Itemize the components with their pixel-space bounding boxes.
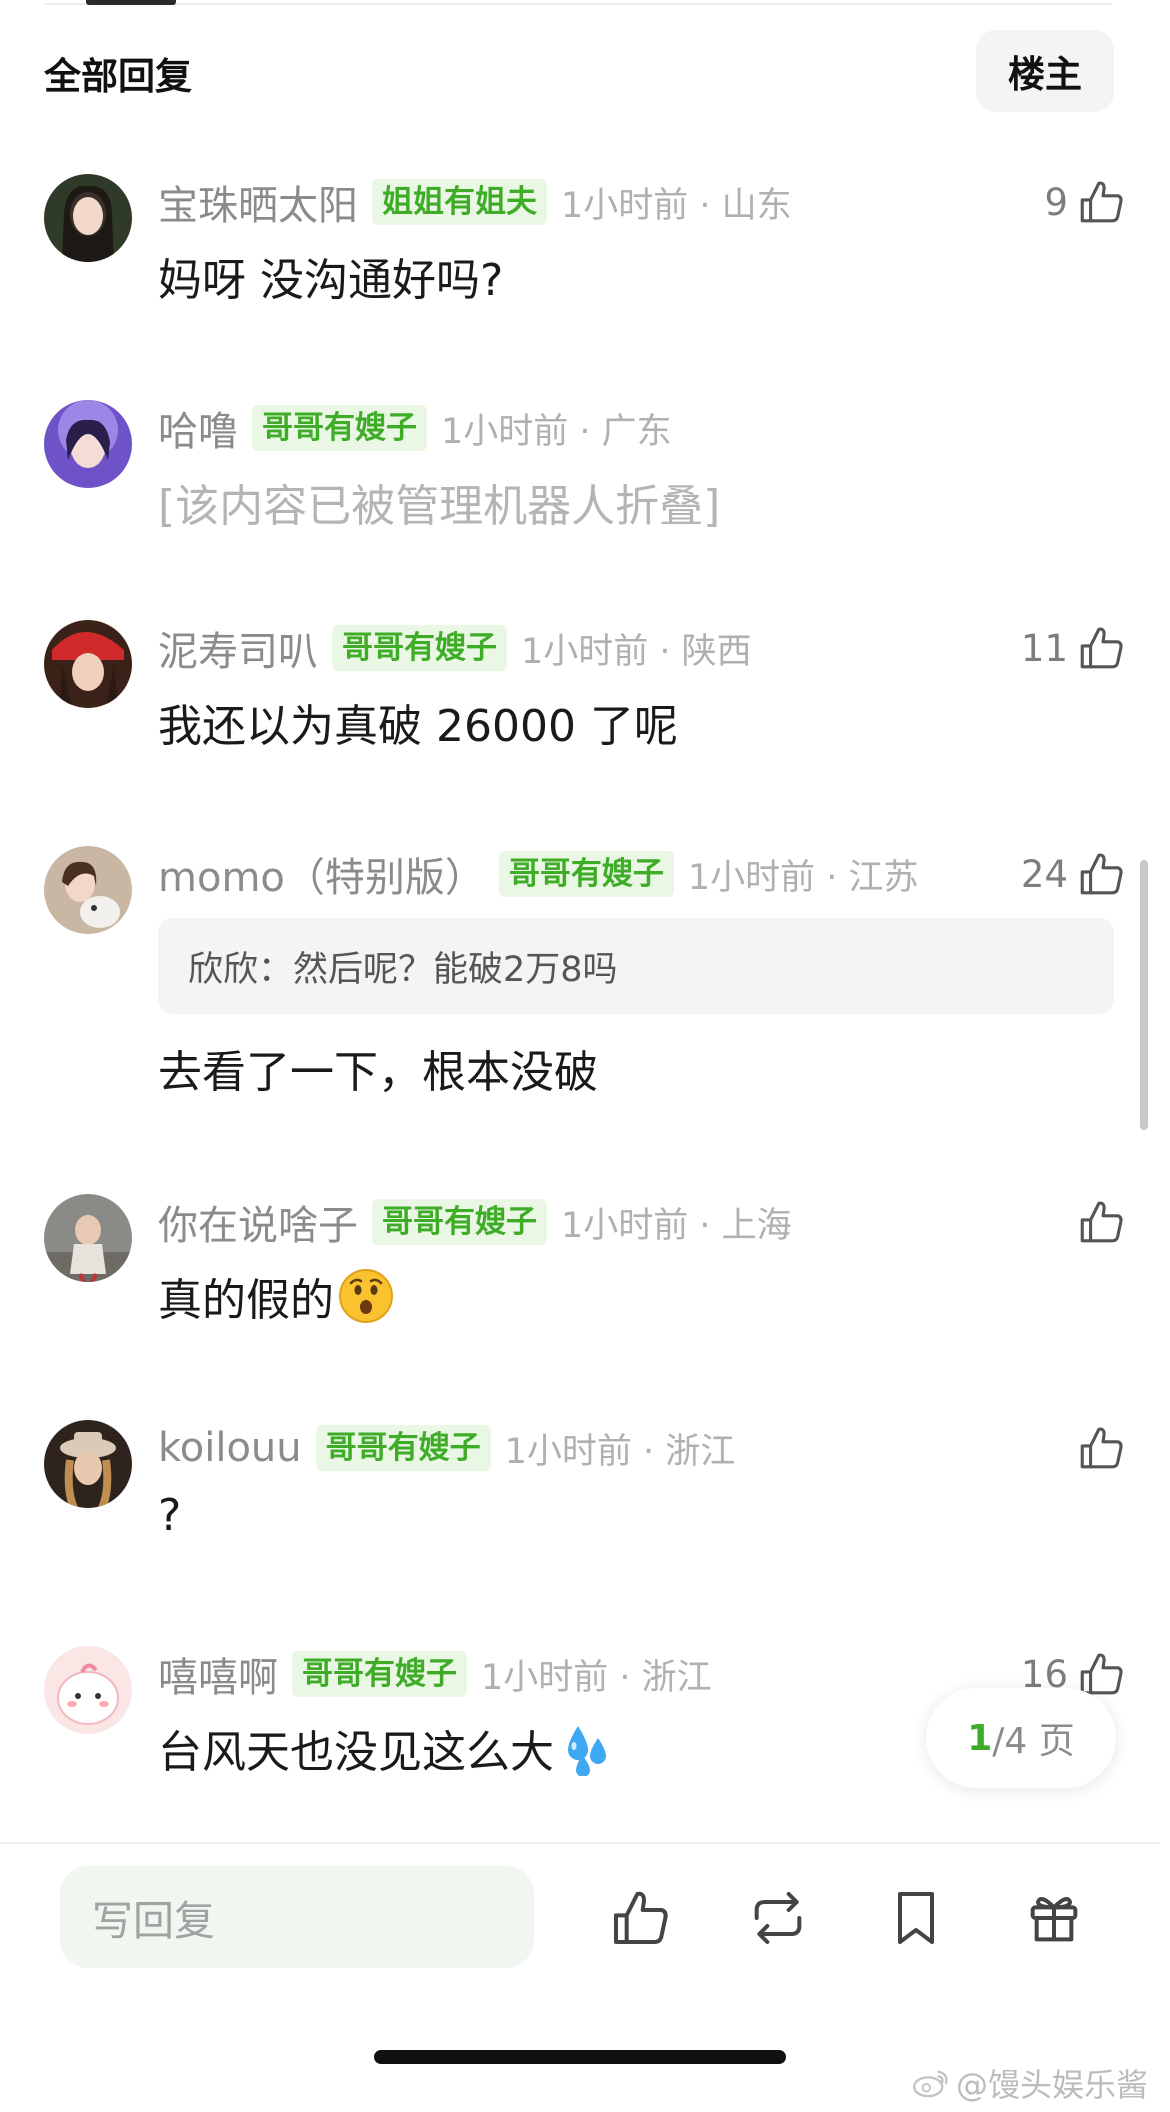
comment-text-content: 真的假的 — [158, 1275, 334, 1326]
comment-meta: 哈噜 哥哥有嫂子 1小时前 · 广东 — [158, 399, 672, 457]
username[interactable]: 泥寿司叭 — [158, 619, 318, 677]
gift-icon — [1030, 1897, 1078, 1942]
comment-text: 去看了一下，根本没破 — [158, 1047, 598, 1098]
op-filter-button[interactable]: 楼主 — [976, 30, 1114, 112]
user-badge: 哥哥有嫂子 — [498, 851, 674, 897]
username[interactable]: 宝珠晒太阳 — [158, 173, 358, 231]
comment-meta: 宝珠晒太阳 姐姐有姐夫 1小时前 · 山东 — [158, 173, 792, 231]
comment-text: 真的假的 — [158, 1264, 394, 1328]
timestamp-location: 1小时前 · 山东 — [561, 185, 792, 226]
home-indicator[interactable] — [374, 2050, 786, 2064]
like-control[interactable]: 11 — [1021, 622, 1126, 674]
thumbs-up-icon — [614, 1891, 668, 1944]
current-page: 1 — [967, 1717, 993, 1759]
username[interactable]: koilouu — [158, 1425, 302, 1471]
comment-meta: momo（特别版） 哥哥有嫂子 1小时前 · 江苏 — [158, 845, 919, 903]
avatar[interactable] — [44, 620, 132, 708]
timestamp-location: 1小时前 · 上海 — [561, 1205, 792, 1246]
sweat-droplets-emoji-icon — [568, 1726, 606, 1776]
repost-icon — [754, 1892, 802, 1944]
avatar[interactable] — [44, 846, 132, 934]
bookmark-button[interactable] — [884, 1886, 948, 1950]
like-control[interactable]: 24 — [1021, 848, 1126, 900]
user-badge: 姐姐有姐夫 — [372, 179, 547, 225]
bottom-bar-divider — [0, 1842, 1160, 1844]
user-badge: 哥哥有嫂子 — [252, 405, 427, 451]
scrollbar[interactable] — [1140, 860, 1148, 1130]
comment-text: 我还以为真破 26000 了呢 — [158, 701, 678, 752]
timestamp-location: 1小时前 · 江苏 — [687, 857, 919, 898]
reply-input[interactable]: 写回复 — [60, 1866, 534, 1968]
top-divider — [44, 3, 1112, 5]
page-indicator[interactable]: 1 /4 页 — [926, 1688, 1116, 1788]
comment-text: 妈呀 没沟通好吗? — [158, 255, 504, 306]
repost-button[interactable] — [746, 1886, 810, 1950]
folded-comment-text: [该内容已被管理机器人折叠] — [158, 481, 721, 532]
comment-meta: 泥寿司叭 哥哥有嫂子 1小时前 · 陕西 — [158, 619, 752, 677]
thumbs-up-icon — [1080, 1427, 1123, 1469]
all-replies-title: 全部回复 — [44, 55, 192, 98]
top-tab-indicator — [86, 0, 176, 5]
username[interactable]: 嘻嘻啊 — [158, 1645, 278, 1703]
comment-meta: koilouu 哥哥有嫂子 1小时前 · 浙江 — [158, 1422, 735, 1474]
bookmark-icon — [898, 1892, 934, 1944]
user-badge: 哥哥有嫂子 — [292, 1651, 467, 1697]
like-button[interactable] — [608, 1886, 672, 1950]
watermark: @馒头娱乐酱 — [912, 2060, 1148, 2106]
thumbs-up-icon — [1080, 853, 1123, 895]
quoted-reply[interactable]: 欣欣：然后呢？能破2万8吗 — [158, 918, 1114, 1014]
username[interactable]: momo（特别版） — [158, 845, 485, 903]
comment-text: ? — [158, 1490, 182, 1541]
timestamp-location: 1小时前 · 浙江 — [504, 1431, 736, 1472]
comment-meta: 你在说啥子 哥哥有嫂子 1小时前 · 上海 — [158, 1193, 792, 1251]
user-badge: 哥哥有嫂子 — [332, 625, 507, 671]
like-control[interactable] — [1076, 1422, 1126, 1474]
thumbs-up-icon — [1080, 1201, 1123, 1243]
user-badge: 哥哥有嫂子 — [372, 1199, 547, 1245]
avatar[interactable] — [44, 1646, 132, 1734]
avatar[interactable] — [44, 1420, 132, 1508]
like-control[interactable] — [1076, 1196, 1126, 1248]
avatar[interactable] — [44, 174, 132, 262]
watermark-text: @馒头娱乐酱 — [955, 2066, 1148, 2104]
comment-meta: 嘻嘻啊 哥哥有嫂子 1小时前 · 浙江 — [158, 1645, 712, 1703]
username[interactable]: 哈噜 — [158, 399, 238, 457]
comment-text-content: 台风天也没见这么大 — [158, 1727, 554, 1778]
thumbs-up-icon — [1080, 627, 1123, 669]
comment-text: 台风天也没见这么大 — [158, 1716, 614, 1780]
like-count: 24 — [1020, 852, 1068, 896]
timestamp-location: 1小时前 · 广东 — [441, 411, 672, 452]
user-badge: 哥哥有嫂子 — [315, 1425, 491, 1471]
username[interactable]: 你在说啥子 — [158, 1193, 358, 1251]
like-count: 11 — [1020, 626, 1068, 670]
avatar[interactable] — [44, 400, 132, 488]
total-pages: /4 页 — [992, 1721, 1075, 1762]
like-control[interactable]: 9 — [1044, 176, 1126, 228]
thumbs-up-icon — [1080, 181, 1123, 223]
timestamp-location: 1小时前 · 浙江 — [481, 1657, 712, 1698]
weibo-icon — [912, 2070, 948, 2098]
timestamp-location: 1小时前 · 陕西 — [521, 631, 752, 672]
like-count: 9 — [1044, 180, 1068, 224]
avatar[interactable] — [44, 1194, 132, 1282]
gift-button[interactable] — [1022, 1886, 1086, 1950]
astonished-face-emoji-icon — [339, 1269, 393, 1323]
